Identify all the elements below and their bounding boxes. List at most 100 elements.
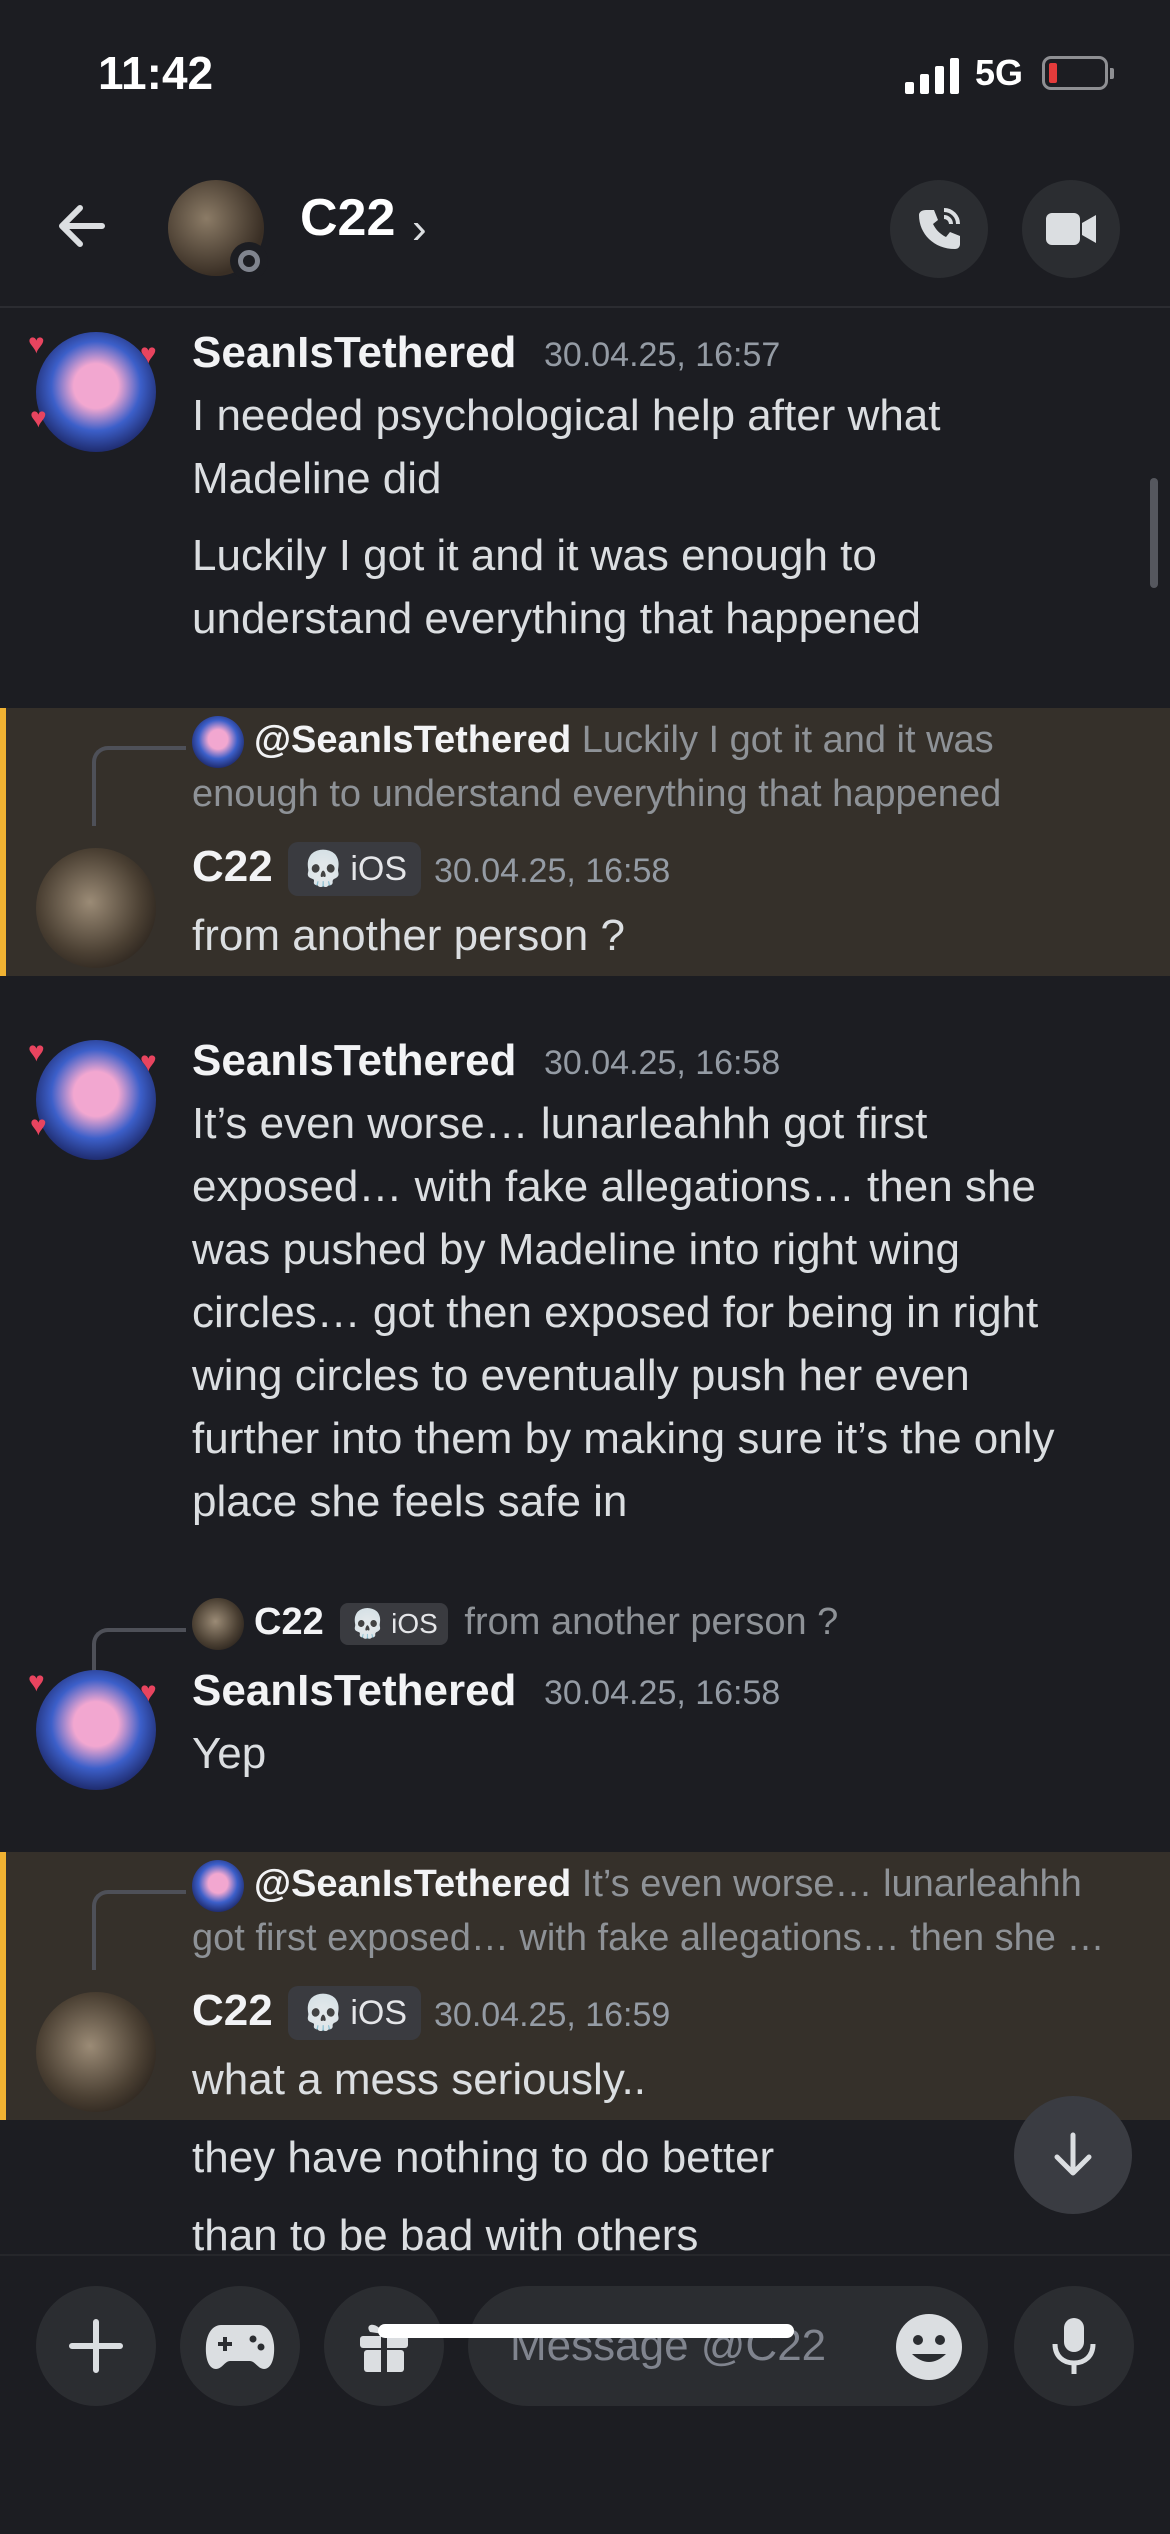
reply-preview[interactable]: C22 💀 iOS from another person ? [192,1596,1112,1650]
add-attachment-button[interactable] [36,2286,156,2406]
scrollbar[interactable] [1150,478,1158,588]
message-text: they have nothing to do better [192,2133,775,2182]
avatar[interactable] [36,1040,156,1160]
message-timestamp: 30.04.25, 16:57 [544,336,781,374]
tag-label: iOS [350,1993,408,2032]
heart-decoration-icon: ♥ [30,1110,47,1141]
message-text: than to be bad with others [192,2211,699,2254]
battery-icon [1042,56,1114,90]
platform-tag: 💀 iOS [288,1986,422,2040]
reply-text: Luckily I got it and it was [581,719,994,761]
signal-icon [905,58,959,94]
heart-decoration-icon: ♥ [28,1666,45,1697]
avatar [192,715,244,768]
heart-decoration-icon: ♥ [30,402,47,433]
message-composer: Message @C22 [0,2254,1170,2534]
voice-message-button[interactable] [1014,2286,1134,2406]
message-text: Yep [192,1729,267,1778]
phone-icon [919,208,960,249]
video-camera-icon [1046,213,1096,245]
plus-icon [69,2319,123,2373]
tag-label: iOS [350,849,408,888]
home-indicator [378,2324,794,2338]
voice-call-button[interactable] [890,180,988,278]
heart-decoration-icon: ♥ [28,1036,45,1067]
reply-connector [92,746,186,826]
reply-connector [92,1890,186,1970]
message-timestamp: 30.04.25, 16:58 [544,1044,781,1082]
message-line: Luckily I got it and it was enough to [192,531,877,580]
message-item[interactable]: ♥ ♥ ♥ SeanIsTethered 30.04.25, 16:58 It’… [0,1016,1170,1536]
message-author[interactable]: C22 [192,1986,273,2036]
platform-tag: 💀 iOS [288,842,422,896]
message-item[interactable]: C22 💀 iOS from another person ? ♥ ♥ SeanI… [0,1590,1170,1810]
avatar [192,1597,244,1650]
message-text: I needed psychological help after what M… [192,384,1122,510]
message-timestamp: 30.04.25, 16:58 [544,1674,781,1712]
heart-decoration-icon: ♥ [140,1676,157,1707]
emoji-icon[interactable] [894,2312,964,2382]
message-item-mention[interactable]: @SeanIsTethered It’s even worse… lunarle… [0,1852,1170,2120]
message-line: place she feels safe in [192,1477,628,1526]
message-list[interactable]: ♥ ♥ ♥ SeanIsTethered 30.04.25, 16:57 I n… [0,308,1170,2254]
back-arrow-icon[interactable] [52,196,112,256]
avatar [192,1859,244,1912]
message-line: wing circles to eventually push her even [192,1351,970,1400]
message-line: circles… got then exposed for being in r… [192,1288,1039,1337]
reply-text: got first exposed… with fake allegations… [192,1916,1105,1959]
message-item[interactable]: ♥ ♥ ♥ SeanIsTethered 30.04.25, 16:57 I n… [0,308,1170,708]
chevron-right-icon[interactable]: › [412,204,427,254]
channel-title[interactable]: C22 [300,188,395,248]
reply-preview[interactable]: @SeanIsTethered Luckily I got it and it … [192,714,1112,821]
message-line: Madeline did [192,454,442,503]
message-text: Luckily I got it and it was enough to un… [192,524,1122,650]
heart-decoration-icon: ♥ [140,1046,157,1077]
platform-tag: 💀 iOS [340,1602,448,1645]
avatar[interactable] [36,1992,156,2112]
message-timestamp: 30.04.25, 16:58 [434,852,671,890]
message-line: understand everything that happened [192,594,922,643]
reply-author: @SeanIsTethered [254,1863,572,1905]
tag-label: iOS [391,1608,438,1640]
reply-author: @SeanIsTethered [254,719,572,761]
gift-button[interactable] [324,2286,444,2406]
message-author[interactable]: SeanIsTethered [192,1036,516,1086]
clock: 11:42 [98,47,214,99]
reply-preview[interactable]: @SeanIsTethered It’s even worse… lunarle… [192,1858,1112,1965]
video-call-button[interactable] [1022,180,1120,278]
avatar[interactable] [36,332,156,452]
message-author[interactable]: SeanIsTethered [192,1666,516,1716]
message-text: It’s even worse… lunarleahhh got first e… [192,1092,1122,1533]
avatar[interactable] [36,848,156,968]
message-author[interactable]: C22 [192,842,273,892]
arrow-down-icon [1054,2132,1092,2176]
heart-decoration-icon: ♥ [28,328,45,359]
jump-to-latest-button[interactable] [1014,2096,1132,2214]
message-text: from another person ? [192,911,625,960]
chat-header: C22 › [0,150,1170,308]
message-line: It’s even worse… lunarleahhh got first [192,1099,928,1148]
message-input[interactable]: Message @C22 [468,2286,988,2406]
message-line: exposed… with fake allegations… then she [192,1162,1036,1211]
reply-text: from another person ? [464,1601,839,1643]
message-text: what a mess seriously.. [192,2055,647,2104]
message-item-mention[interactable]: @SeanIsTethered Luckily I got it and it … [0,708,1170,976]
message-author[interactable]: SeanIsTethered [192,328,516,378]
avatar[interactable] [36,1670,156,1790]
message-line: was pushed by Madeline into right wing [192,1225,961,1274]
network-label: 5G [975,52,1024,93]
message-line: further into them by making sure it’s th… [192,1414,1055,1463]
skull-icon: 💀 [302,850,345,888]
status-bar: 11:42 5G [0,0,1170,150]
activities-button[interactable] [180,2286,300,2406]
microphone-icon [1052,2318,1096,2374]
message-timestamp: 30.04.25, 16:59 [434,1996,671,2034]
reply-author: C22 [254,1601,324,1643]
offline-status-icon [230,242,268,280]
message-line: I needed psychological help after what [192,391,941,440]
reply-text: It’s even worse… lunarleahhh [581,1863,1082,1905]
heart-decoration-icon: ♥ [140,338,157,369]
skull-icon: 💀 [350,1608,386,1640]
skull-icon: 💀 [302,1994,345,2032]
gamepad-icon [205,2325,275,2369]
